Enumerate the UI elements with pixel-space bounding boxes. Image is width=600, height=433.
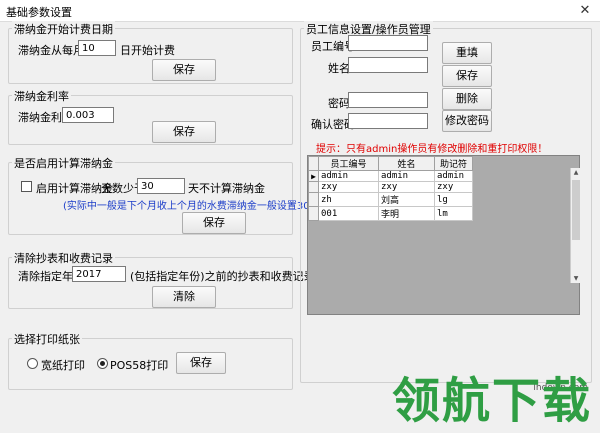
scroll-up-icon[interactable]: ▲ bbox=[572, 168, 580, 177]
print-paper-save-button[interactable]: 保存 bbox=[176, 352, 226, 374]
window-title: 基础参数设置 bbox=[6, 6, 72, 19]
table-scrollbar[interactable]: ▲ ▼ bbox=[570, 168, 580, 283]
table-cell[interactable]: admin bbox=[378, 170, 435, 182]
late-fee-start-save-button[interactable]: 保存 bbox=[152, 59, 216, 81]
late-fee-start-suffix: 日开始计费 bbox=[120, 44, 175, 57]
clear-records-button[interactable]: 清除 bbox=[152, 286, 216, 308]
scroll-thumb[interactable] bbox=[572, 180, 580, 240]
clear-records-suffix: (包括指定年份)之前的抄表和收费记录 bbox=[130, 270, 315, 283]
employee-password-input[interactable] bbox=[348, 92, 428, 108]
title-bar: 基础参数设置 ✕ bbox=[0, 0, 600, 22]
table-cell[interactable]: zxy bbox=[378, 181, 435, 193]
employee-name-label: 姓名 bbox=[328, 62, 350, 75]
print-wide-label: 宽纸打印 bbox=[41, 359, 85, 372]
table-cell[interactable]: zh bbox=[318, 192, 379, 207]
change-password-button[interactable]: 修改密码 bbox=[442, 110, 492, 132]
close-icon[interactable]: ✕ bbox=[576, 2, 594, 20]
late-fee-start-legend: 滞纳金开始计费日期 bbox=[12, 21, 115, 37]
late-fee-rate-input[interactable] bbox=[62, 107, 114, 123]
table-cell[interactable]: 刘高 bbox=[378, 192, 435, 207]
late-fee-rate-save-button[interactable]: 保存 bbox=[152, 121, 216, 143]
delete-button[interactable]: 删除 bbox=[442, 88, 492, 110]
employee-table[interactable]: 员工编号 姓名 助记符 ▶ admin admin admin zxy zxy … bbox=[307, 155, 580, 315]
print-paper-legend: 选择打印纸张 bbox=[12, 331, 82, 347]
table-header-row: 员工编号 姓名 助记符 bbox=[308, 156, 473, 171]
table-cell[interactable]: lm bbox=[434, 206, 473, 221]
table-cell[interactable]: 李明 bbox=[378, 206, 435, 221]
table-row[interactable]: 001 李明 lm bbox=[308, 206, 473, 221]
table-cell[interactable]: zxy bbox=[434, 181, 473, 193]
row-header bbox=[308, 181, 319, 193]
enable-late-fee-checkbox[interactable] bbox=[21, 181, 32, 192]
table-cell[interactable]: 001 bbox=[318, 206, 379, 221]
employee-confirm-input[interactable] bbox=[348, 113, 428, 129]
reset-button[interactable]: 重填 bbox=[442, 42, 492, 64]
row-header-corner bbox=[308, 156, 319, 171]
print-pos58-label: POS58打印 bbox=[110, 359, 169, 372]
scroll-down-icon[interactable]: ▼ bbox=[572, 274, 580, 283]
employee-name-input[interactable] bbox=[348, 57, 428, 73]
table-cell[interactable]: admin bbox=[434, 170, 473, 182]
print-wide-radio[interactable] bbox=[27, 358, 38, 369]
table-row[interactable]: zh 刘高 lg bbox=[308, 192, 473, 207]
clear-records-legend: 清除抄表和收费记录 bbox=[12, 250, 115, 266]
enable-late-fee-save-button[interactable]: 保存 bbox=[182, 212, 246, 234]
late-fee-start-day-input[interactable] bbox=[78, 40, 116, 56]
employee-save-button[interactable]: 保存 bbox=[442, 65, 492, 87]
enable-late-fee-legend: 是否启用计算滞纳金 bbox=[12, 155, 115, 171]
table-cell[interactable]: admin bbox=[318, 170, 379, 182]
print-pos58-radio[interactable] bbox=[97, 358, 108, 369]
days-threshold-input[interactable] bbox=[137, 178, 185, 194]
table-row[interactable]: zxy zxy zxy bbox=[308, 181, 473, 193]
watermark-logo: 领航下载 bbox=[391, 373, 592, 429]
table-row[interactable]: ▶ admin admin admin bbox=[308, 170, 473, 182]
table-cell[interactable]: lg bbox=[434, 192, 473, 207]
column-header-mnemonic[interactable]: 助记符 bbox=[434, 156, 473, 171]
row-header bbox=[308, 192, 319, 207]
column-header-id[interactable]: 员工编号 bbox=[318, 156, 379, 171]
clear-year-input[interactable] bbox=[72, 266, 126, 282]
employee-password-label: 密码 bbox=[328, 97, 350, 110]
days-threshold-suffix: 天不计算滞纳金 bbox=[188, 182, 265, 195]
row-header bbox=[308, 206, 319, 221]
late-fee-rate-legend: 滞纳金利率 bbox=[12, 88, 71, 104]
employee-id-input[interactable] bbox=[348, 35, 428, 51]
current-row-icon: ▶ bbox=[308, 170, 319, 182]
admin-permission-hint: 提示：只有admin操作员有修改删除和重打印权限！ bbox=[316, 144, 548, 155]
column-header-name[interactable]: 姓名 bbox=[378, 156, 435, 171]
table-cell[interactable]: zxy bbox=[318, 181, 379, 193]
